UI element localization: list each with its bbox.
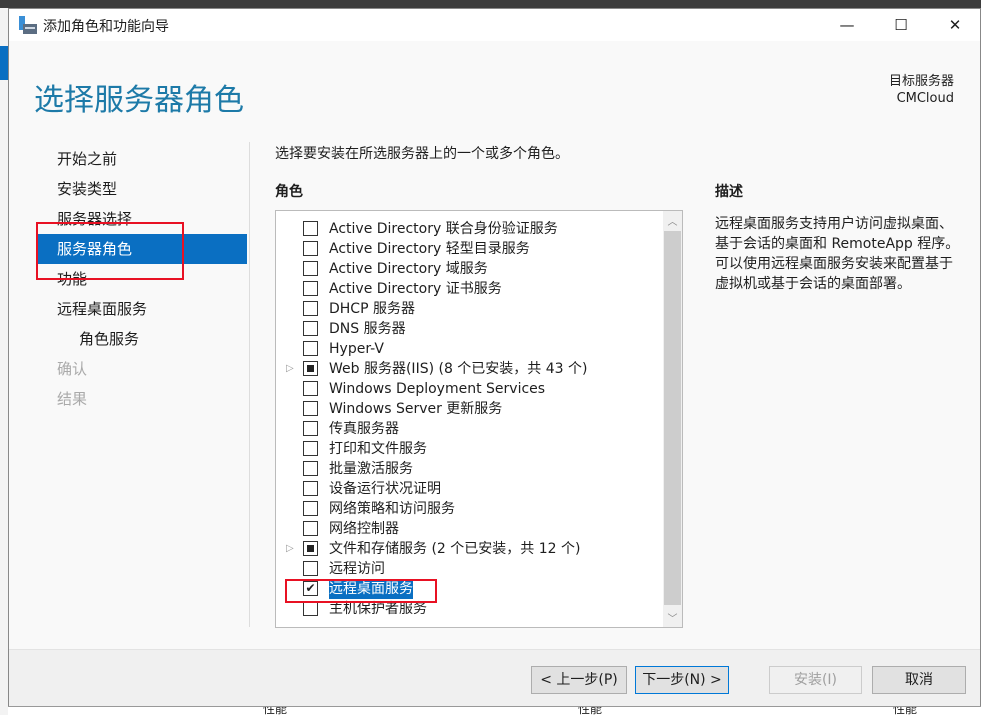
role-item[interactable]: ▷ 文件和存储服务 (2 个已安装，共 12 个) <box>276 539 662 559</box>
role-label: 传真服务器 <box>329 421 399 437</box>
nav-item-installation-type[interactable]: 安装类型 <box>37 174 247 204</box>
roles-list[interactable]: ︿ ﹀ Active Directory 联合身份验证服务 Active Dire… <box>275 210 683 628</box>
role-checkbox[interactable] <box>303 341 318 356</box>
cancel-button[interactable]: 取消 <box>872 666 966 694</box>
previous-button[interactable]: < 上一步(P) <box>531 666 627 694</box>
nav-item-remote-desktop-services[interactable]: 远程桌面服务 <box>37 294 247 324</box>
role-checkbox[interactable] <box>303 481 318 496</box>
role-label: 网络策略和访问服务 <box>329 501 455 517</box>
minimize-button[interactable]: — <box>824 9 870 41</box>
scroll-up-icon[interactable]: ︿ <box>663 213 682 228</box>
role-checkbox[interactable] <box>303 501 318 516</box>
target-server: 目标服务器 CMCloud <box>889 73 954 107</box>
role-item[interactable]: Windows Deployment Services <box>276 379 662 399</box>
highlight-box-role <box>285 579 437 603</box>
role-checkbox[interactable] <box>303 521 318 536</box>
role-label: Active Directory 联合身份验证服务 <box>329 221 558 237</box>
footer: < 上一步(P) 下一步(N) > 安装(I) 取消 <box>9 649 980 706</box>
role-checkbox[interactable] <box>303 281 318 296</box>
role-label: Web 服务器(IIS) (8 个已安装，共 43 个) <box>329 361 588 377</box>
role-label: Active Directory 证书服务 <box>329 281 502 297</box>
role-label: Windows Server 更新服务 <box>329 401 503 417</box>
role-item[interactable]: DHCP 服务器 <box>276 299 662 319</box>
close-button[interactable]: ✕ <box>932 9 978 41</box>
role-item[interactable]: Active Directory 证书服务 <box>276 279 662 299</box>
roles-label: 角色 <box>275 184 303 200</box>
role-item[interactable]: 传真服务器 <box>276 419 662 439</box>
page-title: 选择服务器角色 <box>34 83 244 118</box>
role-label: 设备运行状况证明 <box>329 481 441 497</box>
maximize-button[interactable]: ☐ <box>878 9 924 41</box>
nav-item-results: 结果 <box>57 390 88 408</box>
role-checkbox[interactable] <box>303 321 318 336</box>
role-checkbox[interactable] <box>303 261 318 276</box>
target-server-name: CMCloud <box>896 91 954 106</box>
divider <box>249 142 250 627</box>
role-checkbox[interactable] <box>303 561 318 576</box>
bg-label: 性能 <box>893 706 918 715</box>
role-label: Active Directory 轻型目录服务 <box>329 241 530 257</box>
role-checkbox[interactable] <box>303 601 318 616</box>
role-label: Hyper-V <box>329 341 384 357</box>
role-item[interactable]: Active Directory 轻型目录服务 <box>276 239 662 259</box>
role-item[interactable]: 打印和文件服务 <box>276 439 662 459</box>
role-checkbox[interactable] <box>303 381 318 396</box>
role-item[interactable]: Windows Server 更新服务 <box>276 399 662 419</box>
bg-label: 性能 <box>263 706 288 715</box>
nav-item-before-you-begin[interactable]: 开始之前 <box>37 144 247 174</box>
role-item[interactable]: 网络策略和访问服务 <box>276 499 662 519</box>
role-label: 打印和文件服务 <box>329 441 427 457</box>
wizard-window: 添加角色和功能向导 — ☐ ✕ 选择服务器角色 目标服务器 CMCloud 开始… <box>8 8 981 706</box>
role-checkbox[interactable] <box>303 441 318 456</box>
role-item[interactable]: Active Directory 域服务 <box>276 259 662 279</box>
role-label: Windows Deployment Services <box>329 381 546 397</box>
scrollbar-thumb[interactable] <box>664 231 681 605</box>
role-item[interactable]: 批量激活服务 <box>276 459 662 479</box>
role-checkbox[interactable] <box>303 361 318 376</box>
expand-arrow-icon[interactable]: ▷ <box>286 359 294 379</box>
scrollbar[interactable]: ︿ ﹀ <box>663 211 682 627</box>
role-label: 批量激活服务 <box>329 461 413 477</box>
role-checkbox[interactable] <box>303 241 318 256</box>
background-window-edge <box>0 8 8 715</box>
window-title: 添加角色和功能向导 <box>43 19 169 35</box>
role-checkbox[interactable] <box>303 401 318 416</box>
role-item[interactable]: ▷ Web 服务器(IIS) (8 个已安装，共 43 个) <box>276 359 662 379</box>
role-checkbox[interactable] <box>303 221 318 236</box>
highlight-box-nav <box>36 222 184 280</box>
role-checkbox[interactable] <box>303 421 318 436</box>
role-label: 文件和存储服务 (2 个已安装，共 12 个) <box>329 541 581 557</box>
scroll-down-icon[interactable]: ﹀ <box>663 610 682 625</box>
role-label: Active Directory 域服务 <box>329 261 488 277</box>
title-bar: 添加角色和功能向导 — ☐ ✕ <box>9 9 980 41</box>
server-manager-icon <box>19 16 37 34</box>
next-button[interactable]: 下一步(N) > <box>635 666 729 694</box>
role-item[interactable]: 设备运行状况证明 <box>276 479 662 499</box>
role-label: DHCP 服务器 <box>329 301 415 317</box>
bg-label: 性能 <box>578 706 603 715</box>
install-button: 安装(I) <box>769 666 862 694</box>
role-label: 网络控制器 <box>329 521 399 537</box>
role-item[interactable]: Active Directory 联合身份验证服务 <box>276 219 662 239</box>
role-item[interactable]: 网络控制器 <box>276 519 662 539</box>
role-item[interactable]: DNS 服务器 <box>276 319 662 339</box>
role-label: DNS 服务器 <box>329 321 406 337</box>
expand-arrow-icon[interactable]: ▷ <box>286 539 294 559</box>
description-label: 描述 <box>715 184 743 200</box>
role-item[interactable]: 远程访问 <box>276 559 662 579</box>
background-window-bottom: 性能 性能 性能 <box>8 706 981 715</box>
role-checkbox[interactable] <box>303 301 318 316</box>
nav-item-role-services[interactable]: 角色服务 <box>37 324 247 354</box>
role-label: 远程访问 <box>329 561 385 577</box>
role-item[interactable]: Hyper-V <box>276 339 662 359</box>
intro-text: 选择要安装在所选服务器上的一个或多个角色。 <box>275 146 569 162</box>
nav-item-confirmation: 确认 <box>57 360 88 378</box>
role-checkbox[interactable] <box>303 541 318 556</box>
target-server-label: 目标服务器 <box>888 74 954 89</box>
description-text: 远程桌面服务支持用户访问虚拟桌面、基于会话的桌面和 RemoteApp 程序。可… <box>715 216 960 292</box>
role-checkbox[interactable] <box>303 461 318 476</box>
